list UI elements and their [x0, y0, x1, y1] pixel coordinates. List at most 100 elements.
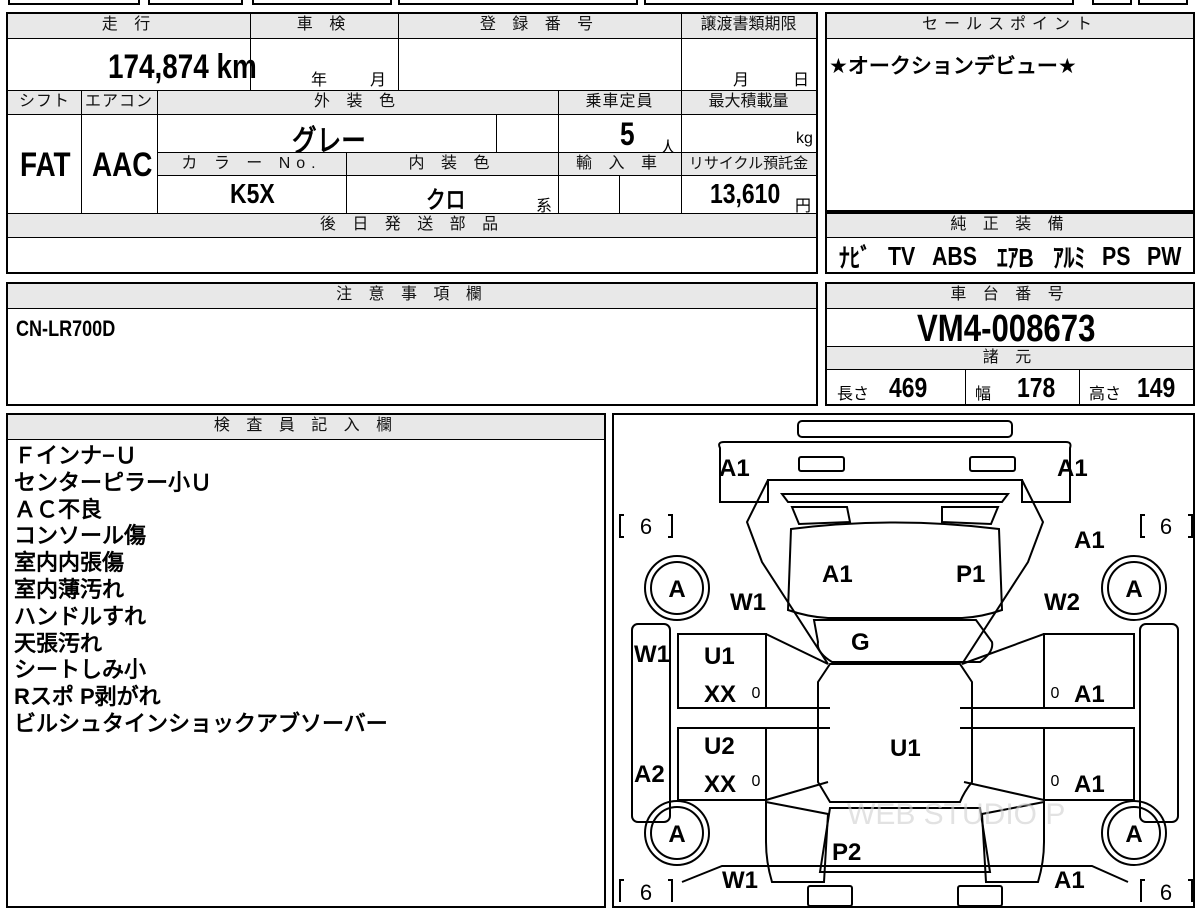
label-front-right: A1 — [1057, 455, 1088, 482]
recycle-fee-value: 13,610 — [710, 178, 781, 209]
capacity-header: 乗車定員 — [558, 91, 681, 114]
caution-header: 注 意 事 項 欄 — [8, 284, 816, 308]
inspection-year-unit: 年 — [311, 72, 328, 89]
note-line: コンソール傷 — [14, 523, 147, 549]
sales-point-text: ★オークションデビュー★ — [829, 55, 1077, 78]
note-line: シートしみ小 — [14, 657, 147, 683]
inspection-month-unit: 月 — [370, 72, 387, 89]
genuine-equipment-header: 純 正 装 備 — [827, 214, 1193, 237]
note-line: 天張汚れ — [14, 630, 103, 656]
note-line: ハンドルすれ — [14, 603, 147, 629]
inspector-notes: Ｆインナ−Ｕ センターピラー小Ｕ ＡＣ不良 コンソール傷 室内内張傷 室内薄汚れ… — [14, 443, 388, 738]
width-label: 幅 — [975, 386, 992, 403]
equipment-ps: PS — [1101, 240, 1131, 271]
aircon-header: エアコン — [81, 91, 157, 114]
shift-header: シフト — [8, 91, 81, 114]
zero-marker: 0 — [752, 773, 761, 790]
equipment-list: ﾅﾋﾞ TV ABS ｴｱB ｱﾙﾐ PS PW — [839, 240, 1189, 273]
mileage-value: 174,874 km — [108, 48, 257, 86]
mileage-header: 走 行 — [8, 14, 250, 38]
tire-size-rl: 6 — [640, 880, 652, 905]
label-door-rr: A1 — [1074, 771, 1105, 798]
equipment-pw: PW — [1147, 240, 1182, 271]
specs-header: 諸 元 — [827, 347, 1193, 369]
car-diagram: A1 A1 A1 P1 W1 W2 A1 G W1 U1 XX A1 U1 U2… — [619, 420, 1193, 906]
import-car-header: 輸 入 車 — [558, 153, 681, 175]
length-value: 469 — [889, 372, 928, 403]
sales-point-box: セールスポイント ★オークションデビュー★ — [825, 12, 1195, 212]
chassis-header: 車 台 番 号 — [827, 284, 1193, 308]
equipment-abs: ABS — [932, 240, 978, 271]
zero-marker: 0 — [1051, 773, 1060, 790]
tire-rl-label: A — [668, 821, 685, 848]
label-door-rl-top: U2 — [704, 733, 735, 760]
tire-fr-label: A — [1125, 576, 1142, 603]
tire-size-fr: 6 — [1160, 514, 1172, 539]
label-trunk: P2 — [832, 839, 861, 866]
height-label: 高さ — [1089, 386, 1122, 403]
note-line: Rスポ P剥がれ — [14, 684, 161, 710]
label-side-left: W1 — [634, 641, 670, 668]
watermark: WEB STUDIO P — [847, 798, 1065, 831]
color-no-value: K5X — [230, 178, 275, 209]
note-line: 室内薄汚れ — [14, 576, 125, 602]
color-no-header: カ ラ ー No. — [157, 153, 346, 175]
caution-text: CN-LR700D — [16, 316, 116, 341]
width-value: 178 — [1017, 372, 1056, 403]
label-side-left-rear: A2 — [634, 761, 665, 788]
tire-size-fl: 6 — [640, 514, 652, 539]
note-line: ＡＣ不良 — [14, 496, 103, 522]
label-hood-left: A1 — [822, 561, 853, 588]
label-hood-right: P1 — [956, 561, 985, 588]
label-door-fr: A1 — [1074, 681, 1105, 708]
inspector-header: 検 査 員 記 入 欄 — [8, 415, 604, 439]
zero-marker: 0 — [1051, 685, 1060, 702]
recycle-fee-header: リサイクル預託金 — [681, 153, 816, 175]
sales-point-header: セールスポイント — [827, 14, 1193, 38]
caution-box: 注 意 事 項 欄 CN-LR700D — [6, 282, 818, 406]
tire-rr-label: A — [1125, 821, 1142, 848]
label-roof: U1 — [890, 735, 921, 762]
label-fender-fr: W2 — [1044, 589, 1080, 616]
vehicle-info-grid: 走 行 車 検 登 録 番 号 譲渡書類期限 174,874 km 年 月 月 … — [6, 12, 818, 274]
shift-value: FAT — [20, 146, 71, 184]
chassis-box: 車 台 番 号 VM4-008673 諸 元 長さ 469 幅 178 高さ 1… — [825, 282, 1195, 406]
label-fender-fr-top: A1 — [1074, 527, 1105, 554]
inspector-box: 検 査 員 記 入 欄 Ｆインナ−Ｕ センターピラー小Ｕ ＡＣ不良 コンソール傷… — [6, 413, 606, 908]
inspection-header: 車 検 — [250, 14, 398, 38]
equipment-airbag: ｴｱB — [997, 242, 1035, 273]
transfer-month-unit: 月 — [733, 72, 750, 89]
registration-header: 登 録 番 号 — [398, 14, 681, 38]
max-load-unit: kg — [796, 130, 813, 147]
label-door-fl-bottom: XX — [704, 681, 736, 708]
interior-color-value: クロ — [426, 187, 466, 214]
tire-fl-label: A — [668, 576, 685, 603]
label-rear-right: A1 — [1054, 867, 1085, 894]
note-line: センターピラー小Ｕ — [14, 469, 213, 495]
equipment-navi: ﾅﾋﾞ — [839, 242, 871, 273]
chassis-number: VM4-008673 — [917, 308, 1096, 350]
zero-marker: 0 — [752, 685, 761, 702]
label-fender-fl: W1 — [730, 589, 766, 616]
top-strip — [0, 0, 1200, 6]
later-parts-header: 後 日 発 送 部 品 — [8, 214, 816, 237]
note-line: ビルシュタインショックアブソーバー — [14, 710, 388, 736]
aircon-value: AAC — [92, 146, 153, 184]
genuine-equipment-box: 純 正 装 備 ﾅﾋﾞ TV ABS ｴｱB ｱﾙﾐ PS PW — [825, 212, 1195, 274]
note-line: Ｆインナ−Ｕ — [14, 443, 137, 468]
exterior-color-header: 外 装 色 — [157, 91, 558, 114]
height-value: 149 — [1137, 372, 1176, 403]
car-diagram-box: A1 A1 A1 P1 W1 W2 A1 G W1 U1 XX A1 U1 U2… — [612, 413, 1195, 908]
label-windshield: G — [851, 629, 870, 656]
transfer-deadline-header: 譲渡書類期限 — [681, 14, 816, 38]
note-line: 室内内張傷 — [14, 550, 125, 576]
interior-color-header: 内 装 色 — [346, 153, 558, 175]
label-door-fl-top: U1 — [704, 643, 735, 670]
max-load-header: 最大積載量 — [681, 91, 816, 114]
equipment-tv: TV — [888, 240, 916, 271]
transfer-day-unit: 日 — [793, 72, 810, 89]
label-rear-left: W1 — [722, 867, 758, 894]
label-front-left: A1 — [719, 455, 750, 482]
length-label: 長さ — [837, 386, 870, 403]
label-door-rl-bottom: XX — [704, 771, 736, 798]
